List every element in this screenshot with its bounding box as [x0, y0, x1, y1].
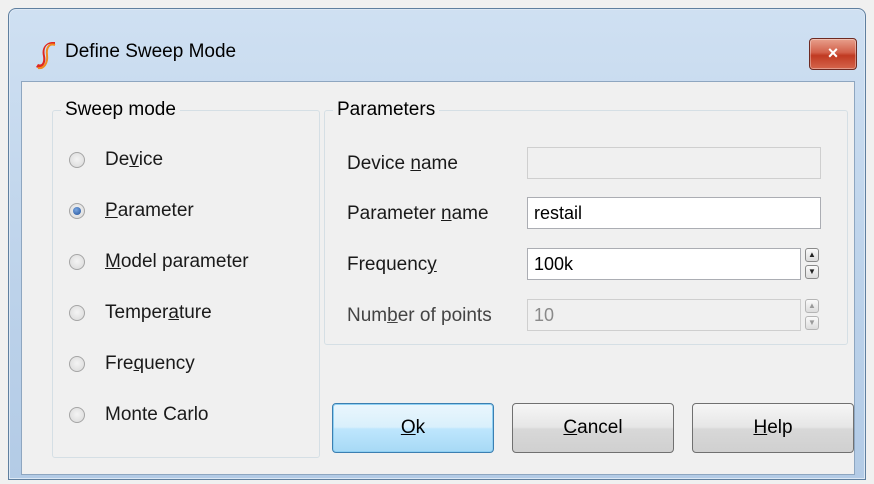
spin-up-icon: ▲: [805, 299, 819, 313]
number-of-points-label: Number of points: [347, 305, 492, 326]
parameter-name-label: Parameter name: [347, 203, 489, 224]
sweep-mode-group-label: Sweep mode: [61, 98, 180, 122]
close-icon: ×: [827, 43, 839, 63]
cancel-button[interactable]: Cancel: [512, 403, 674, 453]
radio-button[interactable]: [69, 152, 85, 168]
spin-down-icon[interactable]: ▼: [805, 265, 819, 279]
parameters-group: Parameters Device name Parameter name re…: [324, 98, 848, 345]
parameter-name-field[interactable]: restail: [527, 197, 821, 229]
radio-device[interactable]: Device: [69, 146, 163, 174]
radio-button[interactable]: [69, 305, 85, 321]
sweep-mode-group: Sweep mode Device Parameter Model parame…: [52, 98, 320, 458]
ok-button[interactable]: Ok: [332, 403, 494, 453]
frequency-field[interactable]: 100k: [527, 248, 801, 280]
radio-button[interactable]: [69, 254, 85, 270]
app-logo-icon: [36, 42, 56, 70]
radio-label-monte-carlo: Monte Carlo: [105, 404, 209, 425]
device-name-field: [527, 147, 821, 179]
radio-label-model-parameter: Model parameter: [105, 251, 249, 272]
spin-down-icon: ▼: [805, 316, 819, 330]
number-of-points-spinner: ▲ ▼: [805, 299, 819, 331]
radio-monte-carlo[interactable]: Monte Carlo: [69, 401, 209, 429]
window-title: Define Sweep Mode: [65, 41, 237, 62]
dialog-window: Define Sweep Mode × Sweep mode Device Pa…: [8, 8, 866, 480]
radio-frequency[interactable]: Frequency: [69, 350, 195, 378]
radio-label-parameter: Parameter: [105, 200, 194, 221]
radio-temperature[interactable]: Temperature: [69, 299, 212, 327]
number-of-points-field: 10: [527, 299, 801, 331]
help-button[interactable]: Help: [692, 403, 854, 453]
radio-model-parameter[interactable]: Model parameter: [69, 248, 249, 276]
spin-up-icon[interactable]: ▲: [805, 248, 819, 262]
radio-parameter[interactable]: Parameter: [69, 197, 194, 225]
device-name-label: Device name: [347, 153, 458, 174]
radio-label-device: Device: [105, 149, 164, 170]
radio-label-temperature: Temperature: [105, 302, 212, 323]
frequency-spinner[interactable]: ▲ ▼: [805, 248, 819, 280]
close-button[interactable]: ×: [809, 38, 857, 70]
frequency-label: Frequency: [347, 254, 437, 275]
radio-button-selected[interactable]: [69, 203, 85, 219]
parameters-group-label: Parameters: [333, 98, 440, 122]
dialog-client-area: Sweep mode Device Parameter Model parame…: [21, 81, 855, 475]
radio-label-frequency: Frequency: [105, 353, 195, 374]
radio-button[interactable]: [69, 407, 85, 423]
title-bar[interactable]: Define Sweep Mode ×: [9, 9, 865, 81]
radio-button[interactable]: [69, 356, 85, 372]
